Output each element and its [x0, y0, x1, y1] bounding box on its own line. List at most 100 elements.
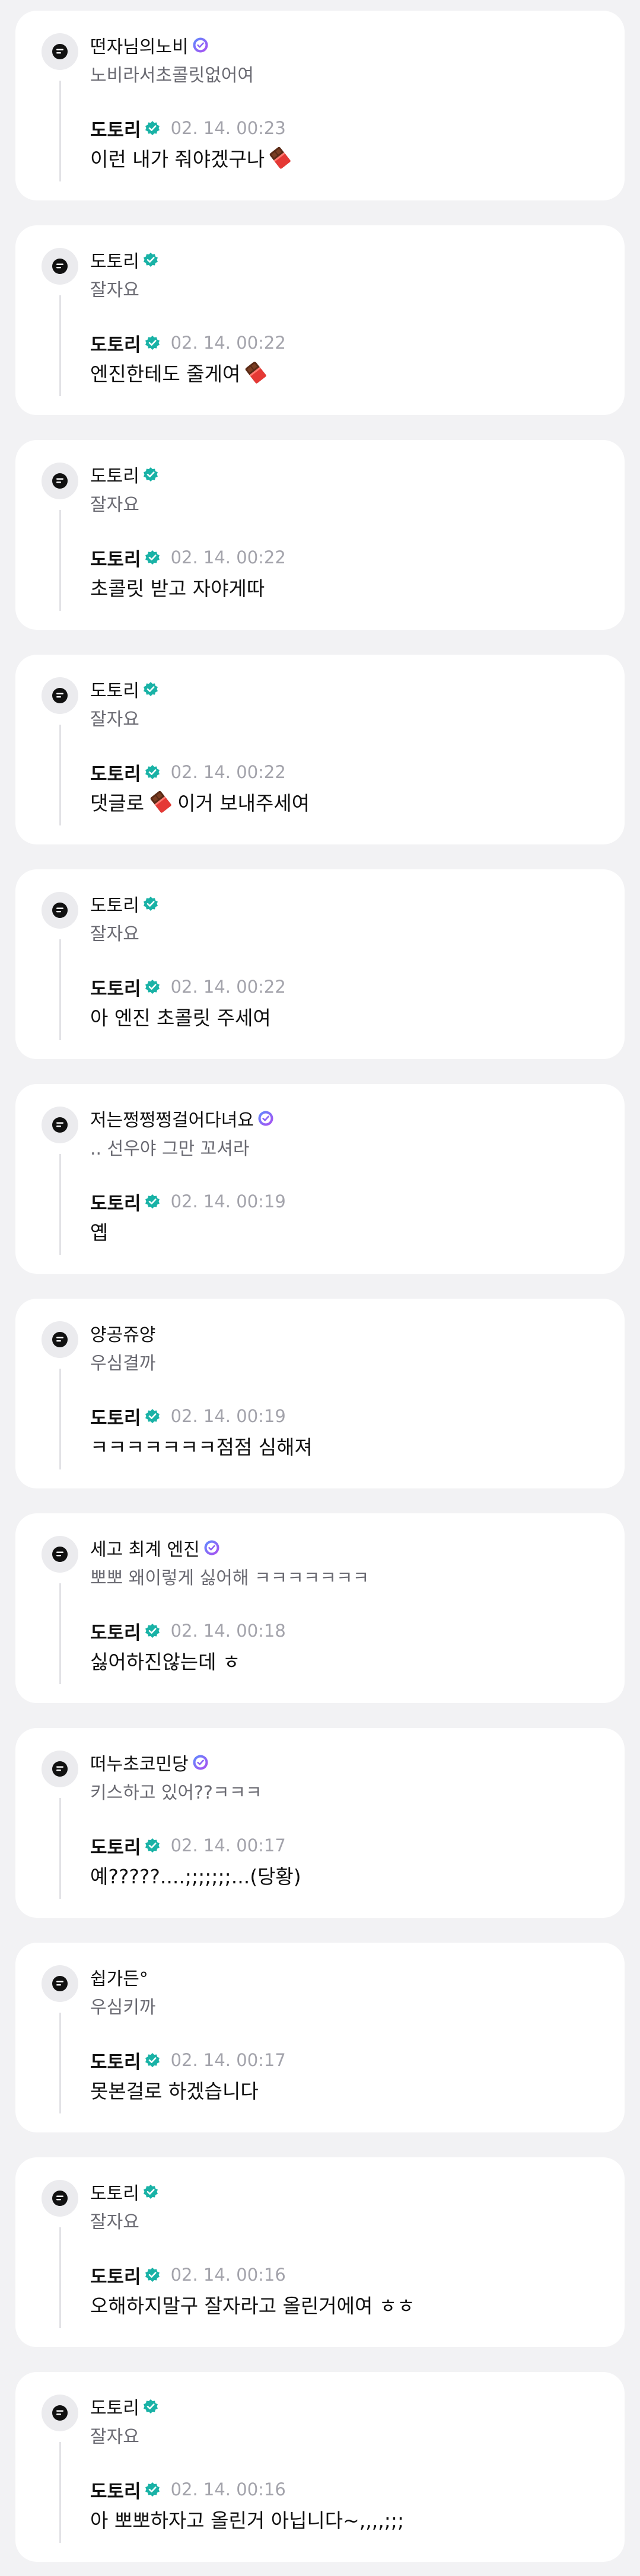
verified-check-icon — [145, 335, 160, 350]
comment-card[interactable]: 도토리 잘자요 도토리 02. 14. 00:22 댓글로 이거 보내주세여 — [15, 655, 625, 844]
reply-author-name[interactable]: 도토리 — [90, 2262, 141, 2288]
reply-text: 이런 내가 줘야겠구나 — [90, 144, 292, 172]
parent-author-name[interactable]: 쉽가든° — [90, 1964, 148, 1990]
thread-line — [59, 2013, 61, 2113]
reply-author-name[interactable]: 도토리 — [90, 1832, 141, 1859]
comment-card[interactable]: 양공쥬양 우심결까 도토리 02. 14. 00:19 ㅋㅋㅋㅋㅋㅋㅋ점점 심해져 — [15, 1299, 625, 1488]
verified-check-icon — [143, 2399, 158, 2414]
verified-check-icon — [145, 1623, 160, 1638]
avatar[interactable] — [42, 677, 78, 714]
reply-text: 댓글로 이거 보내주세여 — [90, 788, 310, 816]
reply-author-name[interactable]: 도토리 — [90, 2476, 141, 2503]
comment-card[interactable]: 저는쩡쩡쩡걸어다녀요 .. 선우야 그만 꼬셔라 도토리 02. 14. 00:19 옙 — [15, 1084, 625, 1274]
parent-author-name[interactable]: 도토리 — [90, 247, 139, 273]
reply-author-name[interactable]: 도토리 — [90, 544, 141, 571]
reply-header: 도토리 02. 14. 00:19 — [90, 1403, 286, 1430]
parent-author-name[interactable]: 떠누초코민당 — [90, 1749, 189, 1775]
avatar[interactable] — [42, 1321, 78, 1358]
verified-check-icon — [145, 1408, 160, 1424]
parent-author-name[interactable]: 양공쥬양 — [90, 1320, 155, 1346]
reply-text-main: 오해하지말구 잘자라고 올린거에여 ㅎㅎ — [90, 2294, 415, 2317]
reply-timestamp: 02. 14. 00:16 — [170, 2265, 286, 2285]
chat-bubble-icon — [51, 1760, 69, 1778]
verified-check-icon — [145, 2267, 160, 2282]
reply-author-name[interactable]: 도토리 — [90, 974, 141, 1000]
parent-author-name[interactable]: 도토리 — [90, 2393, 139, 2419]
verified-check-icon — [145, 764, 160, 780]
comment-card[interactable]: 떤자님의노비 노비라서초콜릿없어여 도토리 02. 14. 00:23 이런 내가 줘야… — [15, 11, 625, 200]
parent-author-name[interactable]: 도토리 — [90, 891, 139, 917]
parent-author-row: 도토리 — [90, 461, 158, 487]
reply-text-main: 이런 내가 줘야겠구나 — [90, 148, 265, 171]
comment-card[interactable]: 도토리 잘자요 도토리 02. 14. 00:22 초콜릿 받고 자야게따 — [15, 440, 625, 630]
reply-author-name[interactable]: 도토리 — [90, 115, 141, 142]
comment-card[interactable]: 도토리 잘자요 도토리 02. 14. 00:22 아 엔진 초콜릿 주세여 — [15, 869, 625, 1059]
avatar[interactable] — [42, 2395, 78, 2431]
reply-text-main: 예?????....;;;;;;;...(당황) — [90, 1865, 301, 1888]
reply-text: 예?????....;;;;;;;...(당황) — [90, 1861, 301, 1889]
comment-card[interactable]: 도토리 잘자요 도토리 02. 14. 00:16 오해하지말구 잘자라고 올린거에여 … — [15, 2157, 625, 2347]
parent-comment-text: 우심키까 — [90, 1997, 156, 2018]
reply-header: 도토리 02. 14. 00:22 — [90, 330, 286, 356]
comment-card[interactable]: 도토리 잘자요 도토리 02. 14. 00:22 엔진한테도 줄게여 — [15, 225, 625, 415]
avatar[interactable] — [42, 33, 78, 70]
chat-bubble-icon — [51, 257, 69, 275]
chat-bubble-icon — [51, 1545, 69, 1563]
reply-timestamp: 02. 14. 00:22 — [170, 977, 286, 997]
reply-author-name[interactable]: 도토리 — [90, 1188, 141, 1215]
chocolate-icon — [268, 146, 292, 170]
avatar[interactable] — [42, 463, 78, 499]
thread-line — [59, 1369, 61, 1469]
comment-card[interactable]: 세고 최계 엔진 뽀뽀 왜이렇게 싫어해 ㅋㅋㅋㅋㅋㅋㅋ 도토리 02. 14. 00… — [15, 1513, 625, 1703]
reply-text: ㅋㅋㅋㅋㅋㅋㅋ점점 심해져 — [90, 1432, 313, 1460]
reply-text: 싫어하진않는데 ㅎ — [90, 1646, 240, 1675]
reply-author-name[interactable]: 도토리 — [90, 330, 141, 356]
thread-line — [59, 295, 61, 396]
reply-text: 아 엔진 초콜릿 주세여 — [90, 1002, 271, 1031]
reply-header: 도토리 02. 14. 00:22 — [90, 544, 286, 571]
parent-author-row: 세고 최계 엔진 — [90, 1536, 220, 1560]
comment-card[interactable]: 도토리 잘자요 도토리 02. 14. 00:16 아 뽀뽀하자고 올린거 아닙니다~,… — [15, 2372, 625, 2562]
avatar[interactable] — [42, 892, 78, 929]
reply-text-main: 엔진한테도 줄게여 — [90, 362, 241, 385]
parent-author-row: 저는쩡쩡쩡걸어다녀요 — [90, 1105, 274, 1131]
reply-text: 아 뽀뽀하자고 올린거 아닙니다~,,,,;;; — [90, 2505, 404, 2533]
chat-bubble-icon — [51, 1975, 69, 1992]
parent-author-name[interactable]: 세고 최계 엔진 — [90, 1535, 200, 1561]
avatar[interactable] — [42, 2180, 78, 2217]
reply-author-name[interactable]: 도토리 — [90, 1403, 141, 1430]
parent-author-row: 도토리 — [90, 2393, 158, 2419]
reply-text: 오해하지말구 잘자라고 올린거에여 ㅎㅎ — [90, 2290, 415, 2319]
reply-author-name[interactable]: 도토리 — [90, 759, 141, 786]
reply-timestamp: 02. 14. 00:22 — [170, 547, 286, 568]
parent-comment-text: 키스하고 있어??ㅋㅋㅋ — [90, 1783, 262, 1803]
comment-card[interactable]: 떠누초코민당 키스하고 있어??ㅋㅋㅋ 도토리 02. 14. 00:17 예?????… — [15, 1728, 625, 1918]
avatar[interactable] — [42, 1107, 78, 1143]
avatar[interactable] — [42, 1536, 78, 1573]
reply-author-name[interactable]: 도토리 — [90, 2047, 141, 2074]
verified-check-icon — [145, 2482, 160, 2497]
avatar[interactable] — [42, 1965, 78, 2002]
verified-check-icon — [145, 120, 160, 136]
reply-header: 도토리 02. 14. 00:22 — [90, 759, 286, 786]
reply-text: 못본걸로 하겠습니다 — [90, 2076, 259, 2104]
parent-author-row: 도토리 — [90, 2180, 158, 2204]
comment-card[interactable]: 쉽가든° 우심키까 도토리 02. 14. 00:17 못본걸로 하겠습니다 — [15, 1943, 625, 2132]
chat-bubble-icon — [51, 2189, 69, 2207]
chat-bubble-icon — [51, 2404, 69, 2422]
reply-timestamp: 02. 14. 00:18 — [170, 1621, 286, 1641]
parent-author-name[interactable]: 떤자님의노비 — [90, 32, 189, 58]
parent-comment-text: 노비라서초콜릿없어여 — [90, 65, 254, 86]
reply-author-name[interactable]: 도토리 — [90, 1618, 141, 1644]
reply-header: 도토리 02. 14. 00:18 — [90, 1618, 286, 1644]
parent-author-name[interactable]: 도토리 — [90, 461, 139, 487]
reply-header: 도토리 02. 14. 00:22 — [90, 974, 286, 1000]
avatar[interactable] — [42, 248, 78, 285]
parent-author-name[interactable]: 도토리 — [90, 2179, 139, 2205]
parent-author-name[interactable]: 도토리 — [90, 676, 139, 702]
avatar[interactable] — [42, 1751, 78, 1787]
parent-author-row: 쉽가든° — [90, 1964, 148, 1990]
parent-author-name[interactable]: 저는쩡쩡쩡걸어다녀요 — [90, 1105, 254, 1131]
thread-line — [59, 81, 61, 181]
reply-timestamp: 02. 14. 00:19 — [170, 1406, 286, 1426]
